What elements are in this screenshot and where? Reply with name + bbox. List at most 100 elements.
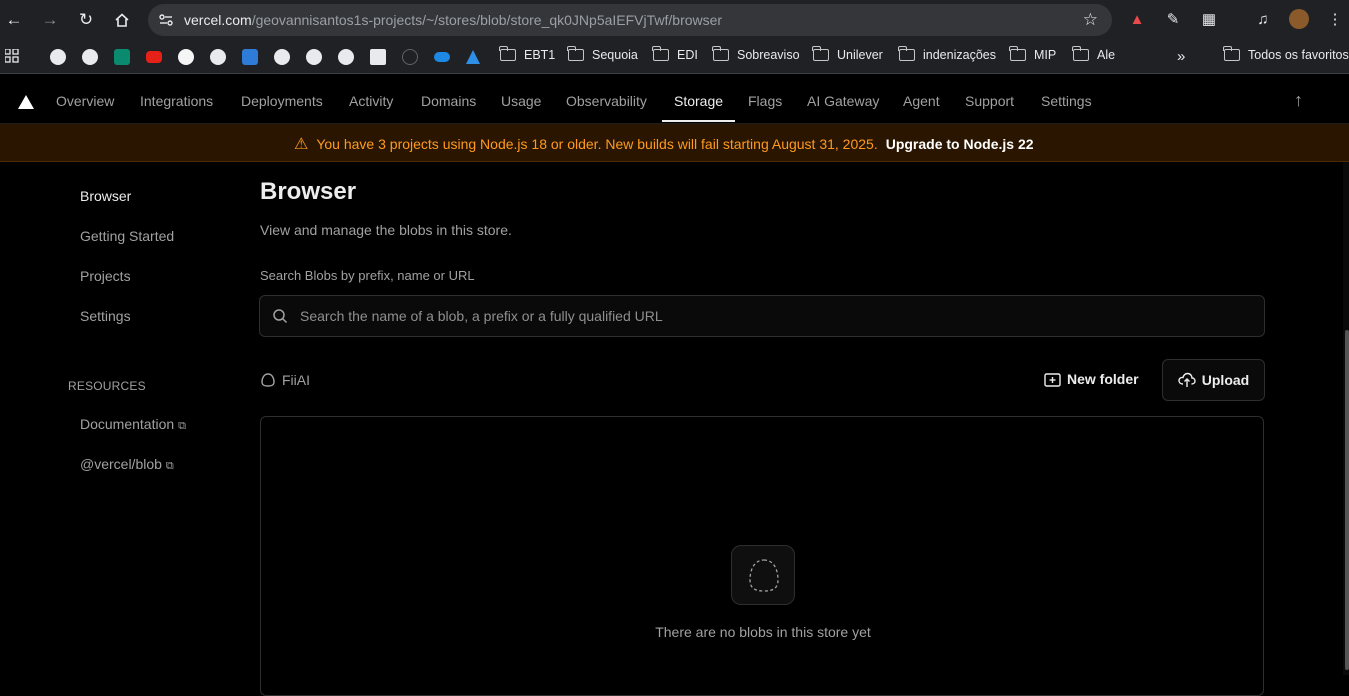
folder-icon [898, 46, 915, 61]
puzzle-extensions-icon[interactable]: ▦ [1198, 8, 1220, 30]
page-subtitle: View and manage the blobs in this store. [260, 222, 512, 238]
eyedropper-icon[interactable]: ✎ [1162, 8, 1184, 30]
avatar[interactable] [1288, 8, 1310, 30]
tab-settings[interactable]: Settings [1041, 93, 1092, 109]
breadcrumb[interactable]: FiiAI [260, 372, 310, 388]
sidebar-item-settings[interactable]: Settings [80, 308, 131, 324]
folder-icon [499, 46, 516, 61]
azure-bookmark-icon[interactable] [466, 50, 480, 64]
documentation-label: Documentation [80, 416, 175, 432]
tab-agent[interactable]: Agent [903, 93, 940, 109]
upgrade-node-link[interactable]: Upgrade to Node.js 22 [886, 136, 1034, 152]
globe-bookmark-icon[interactable] [50, 49, 66, 65]
p-bookmark-icon[interactable] [370, 49, 386, 65]
onedrive-bookmark-icon[interactable] [434, 52, 450, 62]
bookmark-label: Unilever [837, 48, 883, 62]
address-bar[interactable]: vercel.com/geovannisantos1s-projects/~/s… [148, 4, 1112, 36]
bookmark-label: Sequoia [592, 48, 638, 62]
folder-icon [812, 46, 829, 61]
bookmark-folder-ebt1[interactable]: EBT1 [499, 46, 556, 62]
bookmark-label: Todos os favoritos [1248, 48, 1349, 62]
bookmark-folder-indenizacoes[interactable]: indenizações [898, 46, 996, 62]
folder-icon [652, 46, 669, 61]
folder-icon [712, 46, 729, 61]
globe-bookmark-icon[interactable] [306, 49, 322, 65]
globe-bookmark-icon[interactable] [274, 49, 290, 65]
sidebar-item-projects[interactable]: Projects [80, 268, 131, 284]
globe-bookmark-icon[interactable] [82, 49, 98, 65]
tab-deployments[interactable]: Deployments [241, 93, 323, 109]
resources-heading: RESOURCES [68, 379, 146, 393]
sharepoint-bookmark-icon[interactable] [114, 49, 130, 65]
search-field [259, 295, 1265, 337]
bookmark-folder-mip[interactable]: MIP [1009, 46, 1057, 62]
chevron-double-right-icon: » [1177, 48, 1186, 65]
app-bookmark-icon[interactable] [242, 49, 258, 65]
globe-bookmark-icon[interactable] [210, 49, 226, 65]
bookmark-folder-ale[interactable]: Ale [1072, 46, 1115, 62]
blob-icon [261, 373, 275, 387]
github-bookmark-icon[interactable] [178, 49, 194, 65]
search-label: Search Blobs by prefix, name or URL [260, 268, 475, 283]
tab-flags[interactable]: Flags [748, 93, 782, 109]
bookmark-label: EBT1 [524, 48, 556, 62]
vercel-topnav: Overview Integrations Deployments Activi… [0, 78, 1349, 124]
tab-support[interactable]: Support [965, 93, 1014, 109]
empty-state-text: There are no blobs in this store yet [655, 624, 871, 640]
bookmark-label: Sobreaviso [737, 48, 800, 62]
media-control-icon[interactable]: ♫ [1252, 8, 1274, 30]
new-folder-button[interactable]: New folder [1044, 371, 1139, 387]
upload-label: Upload [1201, 372, 1250, 388]
bookmark-folder-edi[interactable]: EDI [652, 46, 698, 62]
folder-plus-icon [1044, 372, 1061, 387]
tab-activity[interactable]: Activity [349, 93, 393, 109]
tab-overview[interactable]: Overview [56, 93, 114, 109]
sidebar-item-browser[interactable]: Browser [80, 188, 131, 204]
search-icon [273, 309, 288, 324]
folder-icon [1223, 46, 1240, 61]
deprecation-banner: ⚠ You have 3 projects using Node.js 18 o… [0, 124, 1349, 162]
youtube-bookmark-icon[interactable] [146, 51, 162, 63]
vercel-blob-link[interactable]: @vercel/blob ⧉ [80, 456, 174, 473]
reload-icon[interactable]: ↻ [72, 6, 100, 34]
more-bookmarks-button[interactable]: » [1177, 48, 1185, 65]
clock-bookmark-icon[interactable] [402, 49, 418, 65]
tab-domains[interactable]: Domains [421, 93, 476, 109]
tab-observability[interactable]: Observability [566, 93, 647, 109]
bookmark-label: MIP [1034, 48, 1057, 62]
folder-icon [567, 46, 584, 61]
external-link-icon: ⧉ [165, 460, 174, 472]
all-bookmarks-folder[interactable]: Todos os favoritos [1223, 46, 1349, 62]
apps-grid-icon[interactable] [4, 48, 19, 63]
search-input[interactable] [300, 306, 1240, 326]
upload-button[interactable]: Upload [1162, 359, 1265, 401]
external-link-icon: ⧉ [178, 420, 187, 432]
bookmark-label: indenizações [923, 48, 996, 62]
sidebar-item-getting-started[interactable]: Getting Started [80, 228, 174, 244]
active-tab-indicator [662, 120, 735, 122]
tab-storage[interactable]: Storage [674, 93, 723, 109]
tab-usage[interactable]: Usage [501, 93, 541, 109]
vercel-logo-icon[interactable] [18, 95, 34, 109]
bookmark-folder-sequoia[interactable]: Sequoia [567, 46, 638, 62]
bookmark-folder-sobreaviso[interactable]: Sobreaviso [712, 46, 800, 62]
extension-icon[interactable]: ▲ [1126, 8, 1148, 30]
documentation-link[interactable]: Documentation ⧉ [80, 416, 186, 433]
globe-bookmark-icon[interactable] [338, 49, 354, 65]
banner-message: You have 3 projects using Node.js 18 or … [316, 136, 878, 152]
blob-list-panel: There are no blobs in this store yet [260, 416, 1264, 696]
bookmark-label: EDI [677, 48, 698, 62]
tab-ai-gateway[interactable]: AI Gateway [807, 93, 879, 109]
bookmark-folder-unilever[interactable]: Unilever [812, 46, 883, 62]
home-icon[interactable] [108, 6, 136, 34]
menu-kebab-icon[interactable]: ⋮ [1324, 8, 1346, 30]
arrow-up-icon[interactable]: ↑ [1294, 90, 1303, 111]
bookmark-star-icon[interactable]: ☆ [1083, 10, 1098, 30]
url-text: vercel.com/geovannisantos1s-projects/~/s… [184, 12, 723, 28]
scrollbar-thumb[interactable] [1345, 330, 1349, 670]
site-settings-icon[interactable] [158, 12, 174, 28]
back-icon[interactable]: ← [0, 6, 28, 34]
tab-integrations[interactable]: Integrations [140, 93, 213, 109]
browser-toolbar: ← → ↻ vercel.com/geovannisantos1s-projec… [0, 0, 1349, 40]
forward-icon[interactable]: → [36, 6, 64, 34]
